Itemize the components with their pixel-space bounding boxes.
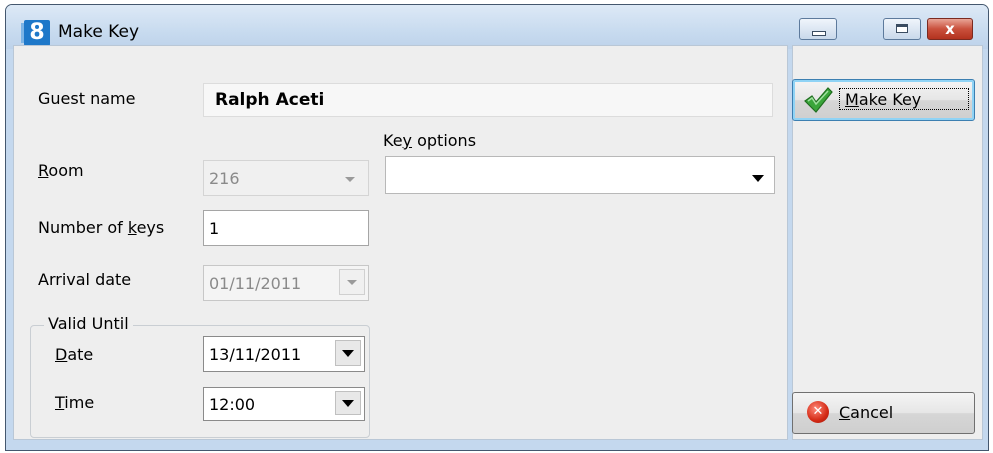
key-options-select[interactable] xyxy=(385,156,775,194)
cancel-label: Cancel xyxy=(839,403,894,422)
make-key-button[interactable]: Make Key xyxy=(792,79,975,121)
valid-until-date-picker[interactable]: 13/11/2011 xyxy=(203,336,365,372)
title-bar[interactable]: 8 Make Key x xyxy=(6,5,988,49)
room-value: 216 xyxy=(209,169,240,188)
guest-name-field: Ralph Aceti xyxy=(203,83,773,117)
guest-name-label: Guest name xyxy=(38,89,136,108)
minimize-icon xyxy=(812,31,826,36)
close-button[interactable]: x xyxy=(927,18,973,40)
time-dropdown-button[interactable] xyxy=(335,391,361,415)
chevron-down-icon xyxy=(342,350,354,357)
date-label: Date xyxy=(55,345,94,364)
arrival-date-label: Arrival date xyxy=(38,270,132,289)
date-dropdown-button[interactable] xyxy=(335,340,361,366)
guest-name-value: Ralph Aceti xyxy=(215,90,325,110)
valid-until-date-value: 13/11/2011 xyxy=(209,345,302,364)
time-label: Time xyxy=(55,393,95,412)
cancel-icon: ✕ xyxy=(807,401,829,423)
make-key-label: Make Key xyxy=(845,90,922,109)
chevron-down-icon xyxy=(752,175,764,182)
room-label: Room xyxy=(38,161,84,180)
chevron-down-icon xyxy=(342,400,354,407)
close-icon: x xyxy=(945,20,955,38)
chevron-down-icon xyxy=(345,177,355,182)
valid-until-time-select[interactable]: 12:00 xyxy=(203,387,365,421)
app-icon: 8 xyxy=(21,20,50,46)
maximize-button[interactable] xyxy=(883,18,921,40)
key-options-label: Key options xyxy=(383,131,477,150)
maximize-icon xyxy=(896,24,908,33)
chevron-down-icon xyxy=(347,280,357,285)
valid-until-time-value: 12:00 xyxy=(209,395,256,414)
cancel-button[interactable]: ✕ Cancel xyxy=(792,392,975,434)
number-of-keys-label: Number of keys xyxy=(38,218,165,237)
checkmark-icon xyxy=(804,87,833,113)
valid-until-title: Valid Until xyxy=(44,314,133,333)
minimize-button[interactable] xyxy=(799,18,837,40)
arrival-date-picker[interactable]: 01/11/2011 xyxy=(203,265,369,301)
arrival-date-value: 01/11/2011 xyxy=(209,274,302,293)
number-of-keys-value: 1 xyxy=(209,219,220,238)
number-of-keys-field[interactable]: 1 xyxy=(203,210,369,246)
window-title: Make Key xyxy=(58,22,140,42)
arrival-date-dropdown xyxy=(339,269,365,295)
room-select[interactable]: 216 xyxy=(203,160,369,196)
